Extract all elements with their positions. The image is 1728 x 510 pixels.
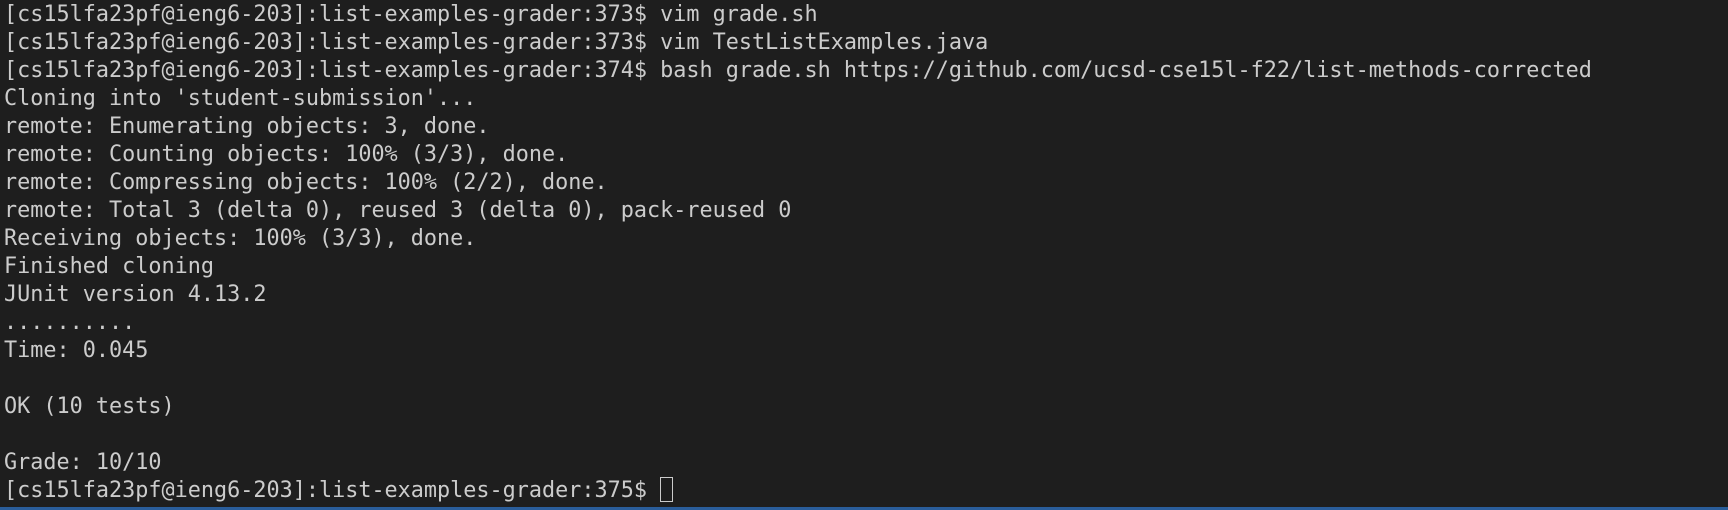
terminal-line: [cs15lfa23pf@ieng6-203]:list-examples-gr… [4,2,818,27]
terminal-line: .......... [4,310,136,335]
terminal-line: Grade: 10/10 [4,450,162,475]
terminal-line: Cloning into 'student-submission'... [4,86,477,111]
text-cursor [660,477,674,502]
terminal-line: Receiving objects: 100% (3/3), done. [4,226,477,251]
terminal-line: remote: Total 3 (delta 0), reused 3 (del… [4,198,792,223]
terminal-line: Time: 0.045 [4,338,149,363]
terminal-line: remote: Counting objects: 100% (3/3), do… [4,142,569,167]
terminal-line: JUnit version 4.13.2 [4,282,267,307]
terminal-window[interactable]: [cs15lfa23pf@ieng6-203]:list-examples-gr… [0,0,1728,510]
terminal-input-line[interactable]: [cs15lfa23pf@ieng6-203]:list-examples-gr… [4,477,1728,505]
shell-prompt: [cs15lfa23pf@ieng6-203]:list-examples-gr… [4,478,661,503]
terminal-line: [cs15lfa23pf@ieng6-203]:list-examples-gr… [4,30,989,55]
terminal-line: remote: Compressing objects: 100% (2/2),… [4,170,608,195]
terminal-line: Finished cloning [4,254,214,279]
terminal-line: remote: Enumerating objects: 3, done. [4,114,490,139]
terminal-line: [cs15lfa23pf@ieng6-203]:list-examples-gr… [4,58,1592,83]
terminal-line: OK (10 tests) [4,394,175,419]
